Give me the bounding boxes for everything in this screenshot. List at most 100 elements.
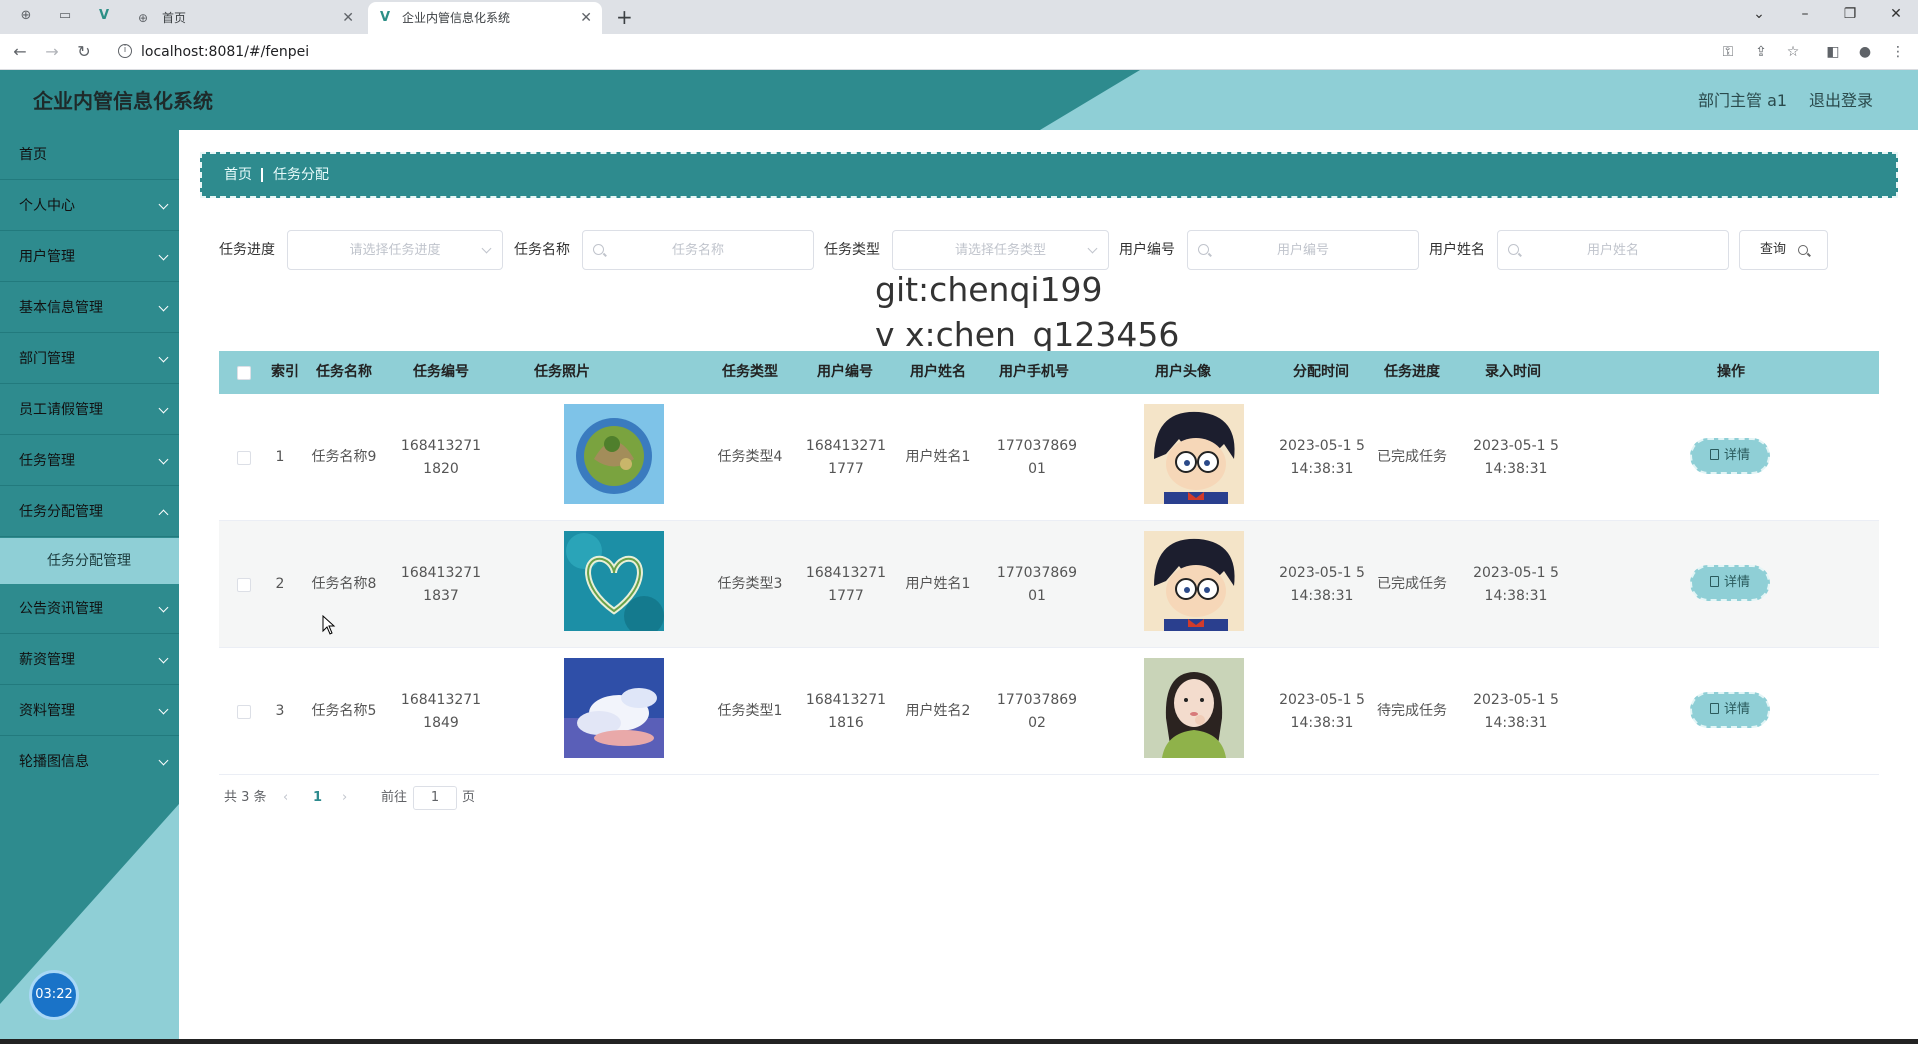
breadcrumb-current: 任务分配 <box>273 167 329 183</box>
cell-user-no: 168413271 1777 <box>805 564 887 604</box>
sidebar-item-basic-info[interactable]: 基本信息管理 <box>0 283 179 333</box>
detail-button[interactable]: 详情 <box>1690 565 1770 601</box>
filter-progress-input[interactable] <box>288 231 502 269</box>
logout-link[interactable]: 退出登录 <box>1809 70 1873 130</box>
forward-icon[interactable]: → <box>42 42 62 62</box>
cell-phone: 177037869 01 <box>996 564 1078 604</box>
new-tab-button[interactable]: + <box>616 4 633 30</box>
cell-entry-time: 2023-05-1 5 14:38:31 <box>1473 691 1559 731</box>
query-button[interactable]: 查询 <box>1739 230 1828 270</box>
task-photo[interactable] <box>564 658 664 758</box>
breadcrumb: 首页 任务分配 <box>200 152 1898 198</box>
reload-icon[interactable]: ↻ <box>74 42 94 62</box>
app-title: 企业内管信息化系统 <box>33 89 213 113</box>
filter-type-select[interactable] <box>892 230 1109 270</box>
filter-user-no-input[interactable] <box>1188 231 1418 269</box>
filter-user-name-input[interactable] <box>1498 231 1728 269</box>
filter-user-no-field[interactable] <box>1187 230 1419 270</box>
cell-progress: 待完成任务 <box>1377 703 1447 719</box>
vue-logo-icon[interactable]: V <box>96 8 112 24</box>
filter-name-label: 任务名称 <box>514 242 570 258</box>
filter-progress-select[interactable] <box>287 230 503 270</box>
row-checkbox[interactable] <box>237 578 251 592</box>
sidebar-item-salary[interactable]: 薪资管理 <box>0 635 179 685</box>
detail-button-label: 详情 <box>1723 702 1750 717</box>
cell-task-no: 168413271 1820 <box>400 437 482 477</box>
filter-type-input[interactable] <box>893 231 1108 269</box>
tab-search-icon[interactable]: ⌄ <box>1749 4 1769 24</box>
browser-tab-bar: ⊕ ▭ V ⊕ 首页 ✕ V 企业内管信息化系统 ✕ + ⌄ – ❐ ✕ <box>0 0 1918 34</box>
user-avatar[interactable] <box>1144 531 1244 631</box>
col-header-phone: 用户手机号 <box>999 364 1069 380</box>
filter-user-name-field[interactable] <box>1497 230 1729 270</box>
bookmark-star-icon[interactable]: ☆ <box>1783 42 1803 62</box>
sidebar: 首页 个人中心 用户管理 基本信息管理 部门管理 员工请假管理 任务管理 任务分… <box>0 130 179 1044</box>
row-checkbox[interactable] <box>237 705 251 719</box>
pagination-goto-input[interactable]: 1 <box>413 786 457 810</box>
select-all-checkbox[interactable] <box>237 366 251 380</box>
cell-task-no: 168413271 1849 <box>400 691 482 731</box>
prev-page-icon[interactable]: ‹ <box>283 786 288 810</box>
sidebar-item-personal[interactable]: 个人中心 <box>0 181 179 231</box>
cell-assign-time: 2023-05-1 5 14:38:31 <box>1279 564 1365 604</box>
minimize-icon[interactable]: – <box>1795 4 1815 24</box>
filter-type-label: 任务类型 <box>824 242 880 258</box>
document-icon <box>1709 703 1719 714</box>
filter-name-field[interactable] <box>582 230 814 270</box>
watermark-line-1: git:chenqi199 <box>875 270 1103 309</box>
chevron-down-icon <box>158 301 169 312</box>
breadcrumb-home[interactable]: 首页 <box>224 154 252 196</box>
browser-tab-home[interactable]: ⊕ 首页 ✕ <box>128 2 364 34</box>
menu-kebab-icon[interactable]: ⋮ <box>1888 42 1908 62</box>
sidebar-item-departments[interactable]: 部门管理 <box>0 334 179 384</box>
cell-task-type: 任务类型3 <box>717 576 783 592</box>
profile-icon[interactable]: ● <box>1855 42 1875 62</box>
submenu-item-task-assignment[interactable]: 任务分配管理 <box>0 538 179 584</box>
row-checkbox[interactable] <box>237 451 251 465</box>
close-window-icon[interactable]: ✕ <box>1886 4 1906 24</box>
user-avatar[interactable] <box>1144 404 1244 504</box>
browser-tab-active[interactable]: V 企业内管信息化系统 ✕ <box>368 2 602 34</box>
next-page-icon[interactable]: › <box>342 786 347 810</box>
maximize-icon[interactable]: ❐ <box>1840 4 1860 24</box>
chevron-down-icon <box>158 352 169 363</box>
pagination-goto-label: 前往 <box>381 790 408 805</box>
back-icon[interactable]: ← <box>10 42 30 62</box>
url-field[interactable]: localhost:8081/#/fenpei <box>141 34 309 70</box>
cell-phone: 177037869 01 <box>996 437 1078 477</box>
sidebar-item-users[interactable]: 用户管理 <box>0 232 179 282</box>
col-header-user-name: 用户姓名 <box>910 364 966 380</box>
detail-button-label: 详情 <box>1723 575 1750 590</box>
pagination-page-1[interactable]: 1 <box>313 786 322 810</box>
sidebar-item-label: 首页 <box>19 147 47 163</box>
sidebar-item-label: 资料管理 <box>19 703 75 719</box>
sidebar-item-documents[interactable]: 资料管理 <box>0 686 179 736</box>
task-photo[interactable] <box>564 404 664 504</box>
share-icon[interactable]: ⇪ <box>1751 42 1771 62</box>
sidebar-item-task-assignment[interactable]: 任务分配管理 <box>0 487 179 537</box>
watermark-line-2: v x:chen_q123456 <box>875 315 1180 354</box>
side-panel-icon[interactable]: ◧ <box>1823 42 1843 62</box>
sidebar-item-announcements[interactable]: 公告资讯管理 <box>0 584 179 634</box>
sidebar-item-leave[interactable]: 员工请假管理 <box>0 385 179 435</box>
task-photo[interactable] <box>564 531 664 631</box>
blank-page-icon[interactable]: ▭ <box>57 8 73 24</box>
detail-button[interactable]: 详情 <box>1690 692 1770 728</box>
key-icon[interactable]: ⚿ <box>1718 42 1738 62</box>
globe-icon[interactable]: ⊕ <box>18 8 34 24</box>
col-header-task-name: 任务名称 <box>316 364 372 380</box>
close-tab-icon[interactable]: ✕ <box>342 2 354 34</box>
sidebar-item-carousel[interactable]: 轮播图信息 <box>0 737 179 787</box>
mouse-cursor-icon <box>322 615 336 635</box>
sidebar-item-label: 部门管理 <box>19 351 75 367</box>
filter-name-input[interactable] <box>583 231 813 269</box>
site-info-icon[interactable]: i <box>118 44 132 58</box>
cell-index: 3 <box>275 703 285 719</box>
sidebar-item-home[interactable]: 首页 <box>0 130 179 180</box>
sidebar-item-label: 任务分配管理 <box>19 504 103 520</box>
close-tab-icon[interactable]: ✕ <box>580 2 592 34</box>
sidebar-item-tasks[interactable]: 任务管理 <box>0 436 179 486</box>
cell-task-name: 任务名称5 <box>311 703 377 719</box>
detail-button[interactable]: 详情 <box>1690 438 1770 474</box>
user-avatar[interactable] <box>1144 658 1244 758</box>
